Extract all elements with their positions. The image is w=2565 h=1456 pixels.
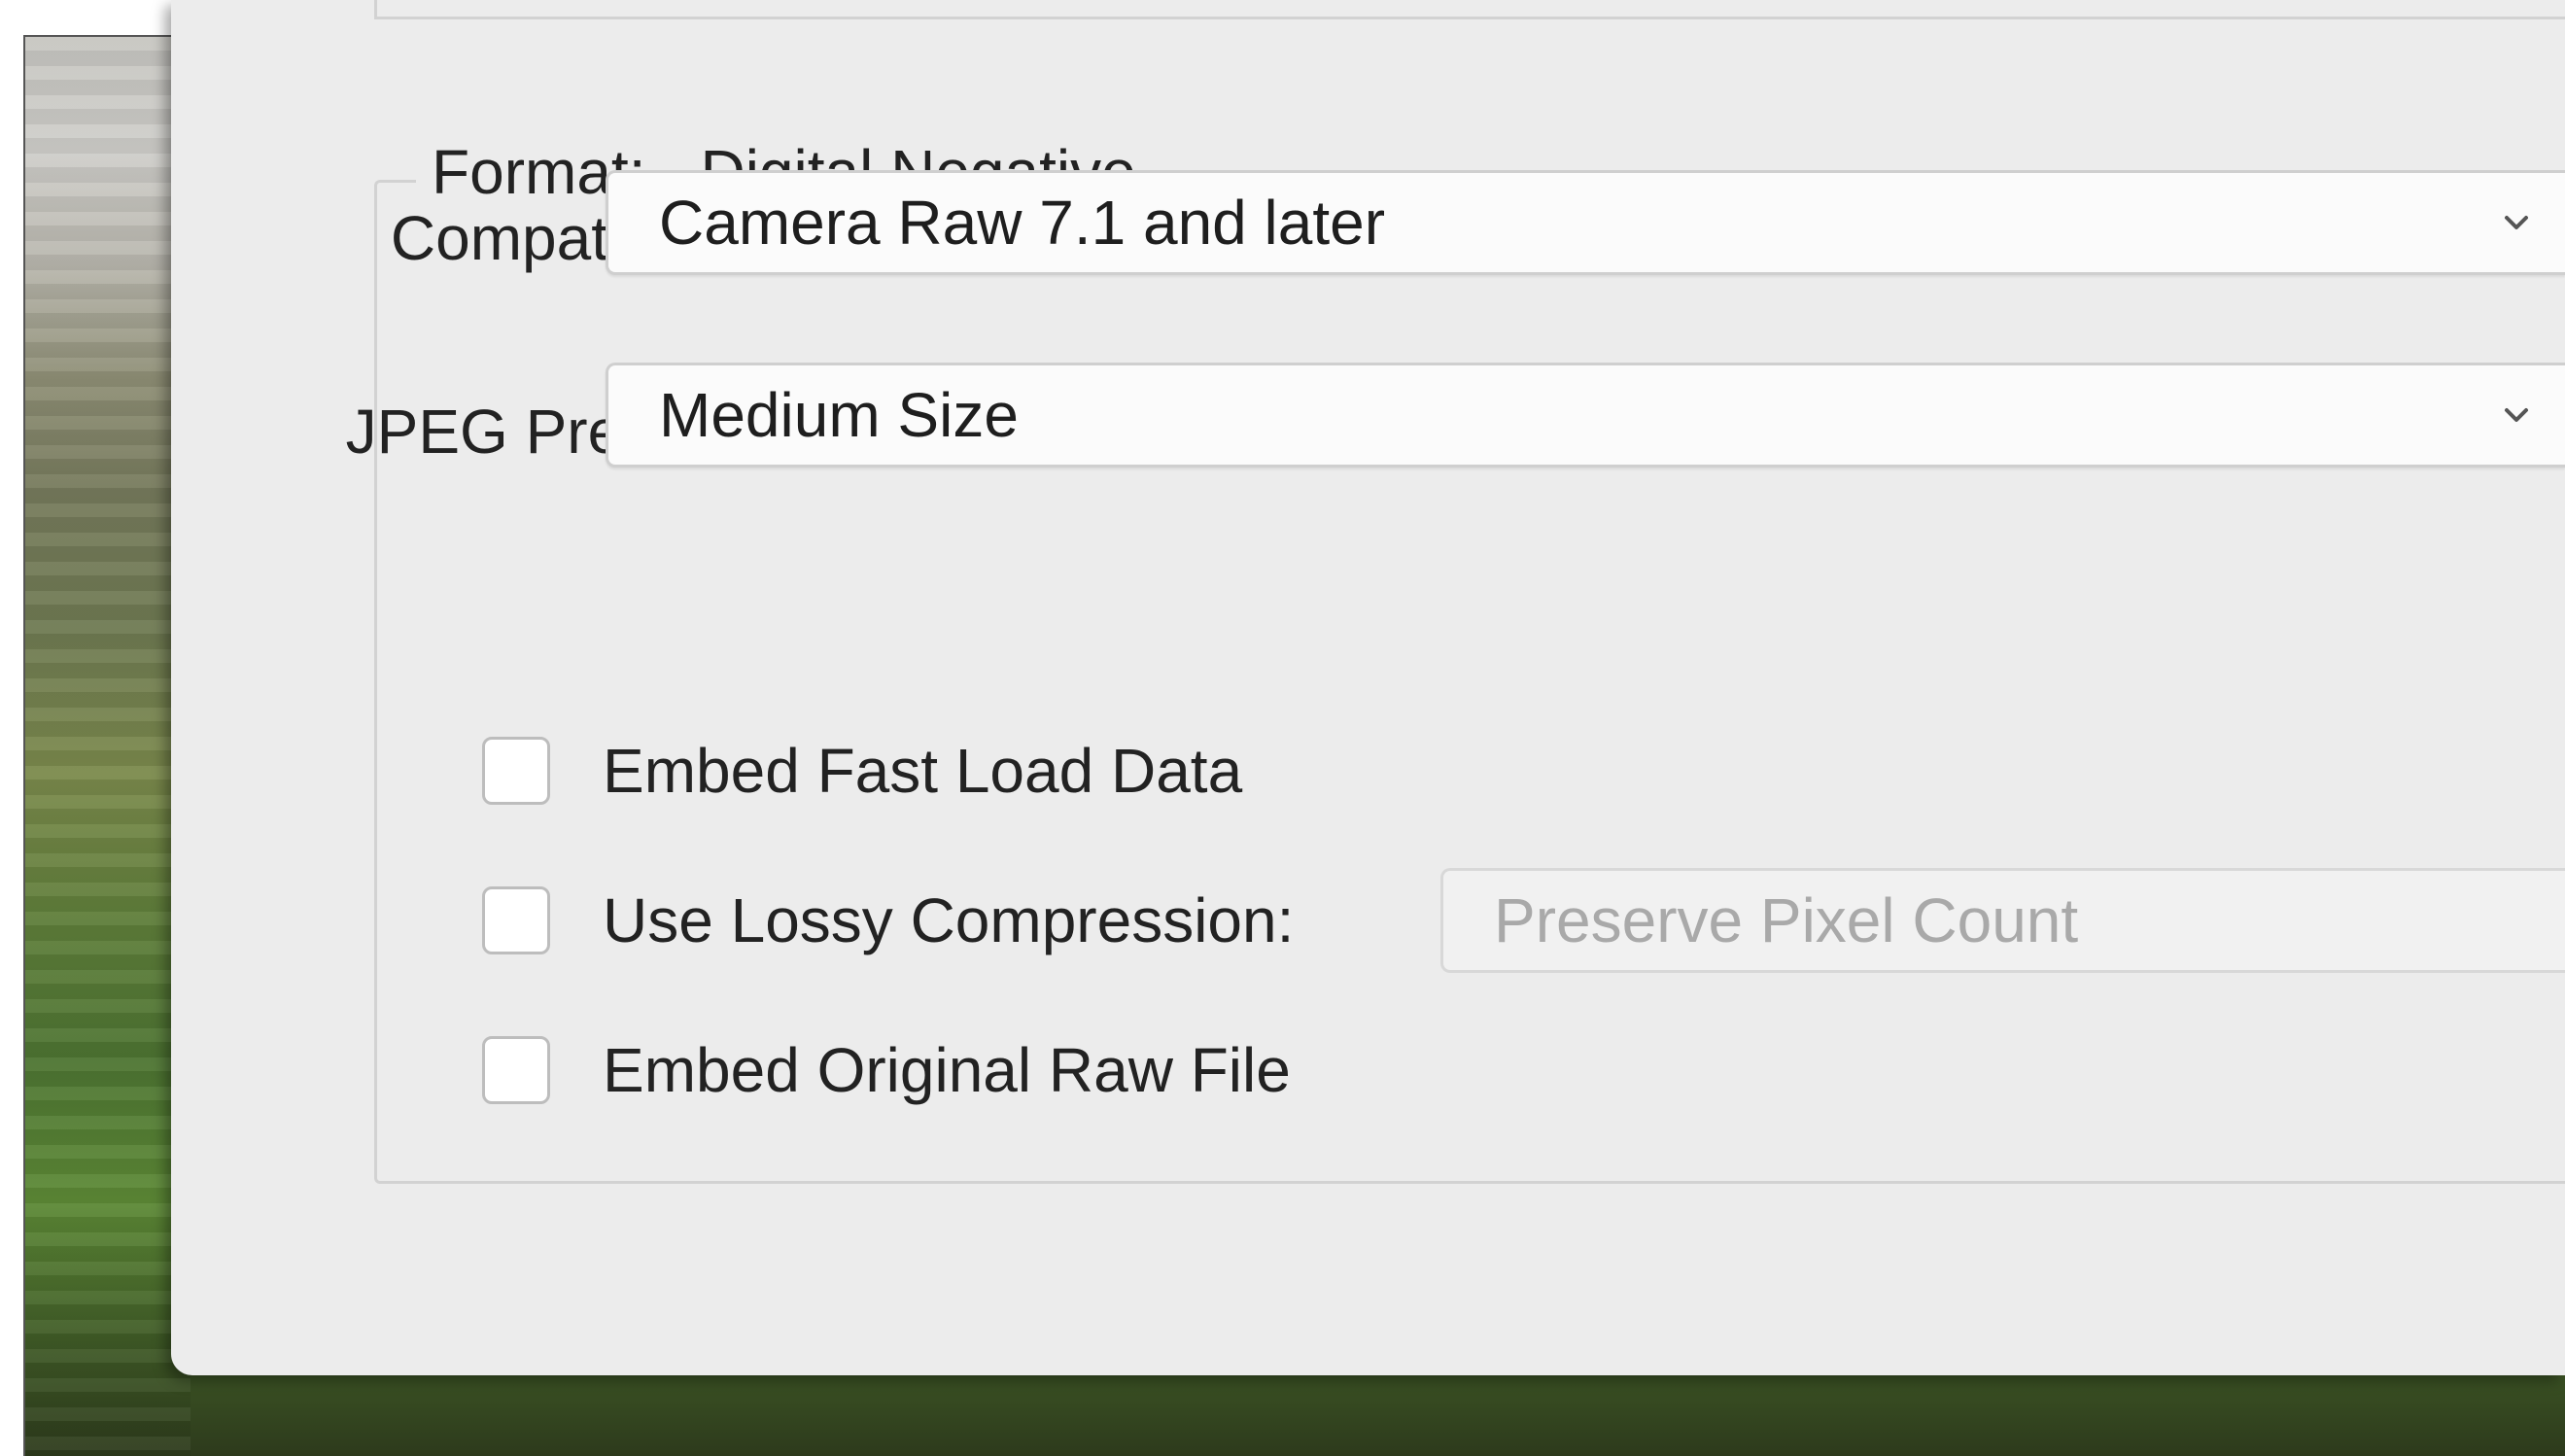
- format-group-box: [374, 180, 2565, 1184]
- lossy-compression-select[interactable]: Preserve Pixel Count: [1440, 868, 2565, 973]
- landscape-photo-backdrop: [25, 37, 191, 1456]
- jpeg-preview-select[interactable]: Medium Size: [606, 363, 2565, 468]
- lossy-compression-selected-value: Preserve Pixel Count: [1494, 885, 2079, 955]
- previous-group-box-edge: [374, 0, 2565, 19]
- chevron-down-icon: [2505, 216, 2528, 229]
- dng-save-options-dialog: Format:Digital Negative Compatibility: C…: [171, 0, 2565, 1375]
- embed-fast-load-label[interactable]: Embed Fast Load Data: [603, 737, 1242, 805]
- embed-original-raw-checkbox[interactable]: [482, 1036, 550, 1104]
- lossy-compression-checkbox[interactable]: [482, 886, 550, 954]
- embed-fast-load-checkbox[interactable]: [482, 737, 550, 805]
- chevron-down-icon: [2505, 408, 2528, 422]
- compatibility-select[interactable]: Camera Raw 7.1 and later: [606, 170, 2565, 275]
- compatibility-selected-value: Camera Raw 7.1 and later: [659, 188, 1386, 258]
- embed-original-raw-label[interactable]: Embed Original Raw File: [603, 1036, 1291, 1104]
- lossy-compression-label[interactable]: Use Lossy Compression:: [603, 886, 1294, 954]
- jpeg-preview-selected-value: Medium Size: [659, 380, 1019, 450]
